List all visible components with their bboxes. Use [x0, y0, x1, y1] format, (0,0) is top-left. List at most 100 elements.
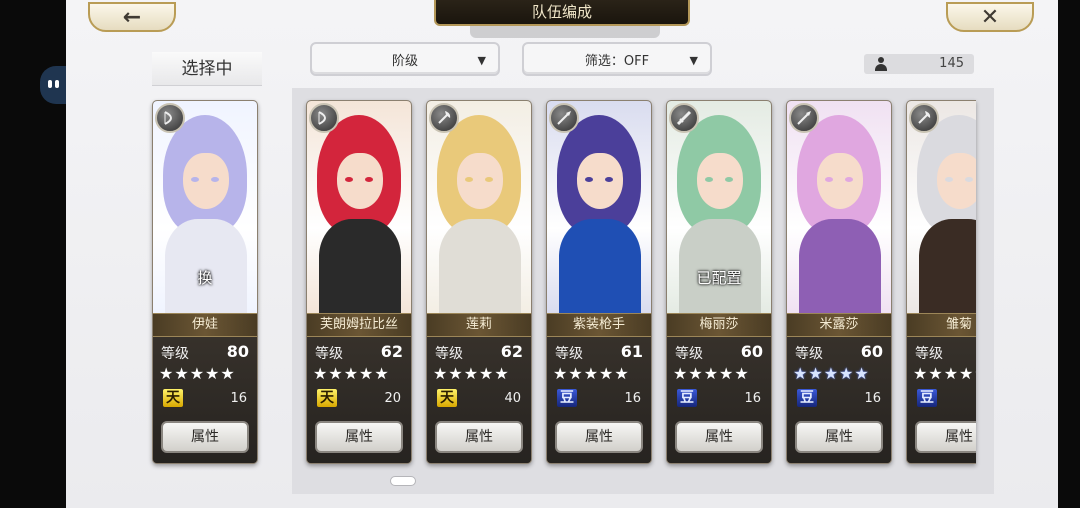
level-label: 等级: [435, 346, 463, 362]
star-icon: ★: [359, 364, 374, 383]
cost-value: 40: [504, 391, 521, 406]
star-rating: ★★★★★: [433, 365, 527, 383]
rank-badge-icon: 豆: [797, 389, 817, 407]
portrait-eye: [345, 177, 353, 182]
level-value: 62: [500, 342, 523, 361]
portrait-eye: [485, 177, 493, 182]
back-button[interactable]: ←: [88, 2, 176, 32]
portrait-body: [679, 219, 761, 313]
chevron-down-icon: ▼: [477, 54, 486, 67]
character-card[interactable]: 紫装枪手 等级 61 ★ ★ ★ ★ ★ 豆 16 属性: [546, 100, 652, 464]
close-button[interactable]: ✕: [946, 2, 1034, 32]
title-underlay: [470, 26, 660, 38]
card-info-panel: 莲莉 等级 62 ★ ★ ★ ★ ★ 天 40 属性: [427, 313, 531, 463]
star-icon: ★: [703, 364, 719, 383]
star-icon: ★: [313, 364, 328, 383]
filter-dropdown[interactable]: 筛选：OFF ▼: [522, 42, 712, 76]
axe-class-icon: [909, 103, 939, 133]
attributes-button[interactable]: 属性: [555, 421, 643, 453]
star-icon: ★: [220, 364, 235, 383]
portrait-eye: [211, 177, 219, 182]
star-icon: ★: [974, 365, 976, 383]
star-icon: ★: [823, 364, 839, 383]
rank-badge-icon: 豆: [677, 389, 697, 407]
portrait-eye: [825, 177, 833, 182]
star-icon: ★: [599, 364, 614, 383]
star-icon: ★: [808, 364, 823, 383]
star-icon: ★: [374, 364, 389, 383]
cost-value: 16: [230, 391, 247, 406]
cost-value: 16: [744, 391, 761, 406]
portrait-face: [337, 153, 383, 209]
portrait-eye: [845, 177, 853, 182]
character-name: 雏菊: [907, 313, 976, 337]
attributes-button[interactable]: 属性: [795, 421, 883, 453]
character-name: 莲莉: [427, 313, 531, 337]
attributes-button[interactable]: 属性: [435, 421, 523, 453]
rank-badge-icon: 天: [163, 389, 183, 407]
star-rating: ★★★★★: [793, 365, 887, 383]
star-icon: ★: [793, 364, 808, 383]
character-name: 伊娃: [153, 313, 257, 337]
level-value: 61: [620, 342, 643, 361]
star-icon: ★: [433, 364, 448, 383]
card-info-panel: 紫装枪手 等级 61 ★ ★ ★ ★ ★ 豆 16 属性: [547, 313, 651, 463]
portrait-eye: [705, 177, 713, 182]
card-info-panel: 伊娃 等级 80 ★ ★ ★ ★ ★ 天 16 属性: [153, 313, 257, 463]
star-icon: ★: [719, 364, 734, 383]
star-icon: ★: [159, 364, 174, 383]
level-label: 等级: [915, 346, 943, 362]
star-rating: ★★★★★: [313, 365, 407, 383]
portrait-overlay-text: 换: [197, 269, 213, 287]
portrait-eye: [465, 177, 473, 182]
portrait-eye: [585, 177, 593, 182]
character-card[interactable]: 芙朗姆拉比丝 等级 62 ★ ★ ★ ★ ★ 天 20 属性: [306, 100, 412, 464]
star-icon: ★: [959, 364, 974, 383]
scroll-indicator[interactable]: [390, 476, 416, 486]
character-card[interactable]: 雏菊 等级 ★★★★★ 豆 属性: [906, 100, 976, 464]
unit-count-box: 145: [864, 54, 974, 74]
attributes-button[interactable]: 属性: [675, 421, 763, 453]
portrait-body: [919, 219, 976, 313]
star-icon: ★: [553, 364, 568, 383]
character-name: 米露莎: [787, 313, 891, 337]
portrait-face: [457, 153, 503, 209]
chevron-down-icon: ▼: [689, 54, 698, 67]
close-icon: ✕: [980, 4, 1000, 30]
rank-badge-icon: 豆: [557, 389, 577, 407]
portrait-eye: [965, 177, 973, 182]
cost-value: 16: [624, 391, 641, 406]
rank-sort-dropdown[interactable]: 阶级 ▼: [310, 42, 500, 76]
star-icon: ★: [189, 364, 205, 383]
star-icon: ★: [928, 364, 943, 383]
character-card[interactable]: 已配置 梅丽莎 等级 60 ★ ★ ★ ★ ★ 豆 16 属性: [666, 100, 772, 464]
portrait-overlay-text: 已配置: [696, 269, 742, 287]
character-name: 梅丽莎: [667, 313, 771, 337]
card-info-panel: 米露莎 等级 60 ★ ★ ★ ★ ★ 豆 16 属性: [787, 313, 891, 463]
star-icon: ★: [839, 364, 854, 383]
character-card[interactable]: 米露莎 等级 60 ★ ★ ★ ★ ★ 豆 16 属性: [786, 100, 892, 464]
portrait-body: [319, 219, 401, 313]
character-name: 紫装枪手: [547, 313, 651, 337]
character-name: 芙朗姆拉比丝: [307, 313, 411, 337]
spear-class-icon: [789, 103, 819, 133]
attributes-button[interactable]: 属性: [915, 421, 976, 453]
star-icon: ★: [568, 364, 583, 383]
star-icon: ★: [343, 364, 359, 383]
floating-assistant-icon[interactable]: [40, 66, 66, 104]
level-value: 60: [860, 342, 883, 361]
attributes-button[interactable]: 属性: [315, 421, 403, 453]
selecting-label: 选择中: [152, 52, 262, 86]
portrait-body: [165, 219, 247, 313]
sword-class-icon: [669, 103, 699, 133]
portrait-face: [577, 153, 623, 209]
star-icon: ★: [174, 364, 189, 383]
selected-character-card[interactable]: 换 伊娃 等级 80 ★ ★ ★ ★ ★ 天 16 属性: [152, 100, 258, 464]
cost-value: 16: [864, 391, 881, 406]
star-icon: ★: [479, 364, 494, 383]
attributes-button[interactable]: 属性: [161, 421, 249, 453]
character-portrait: [907, 101, 976, 313]
portrait-eye: [945, 177, 953, 182]
character-card[interactable]: 莲莉 等级 62 ★ ★ ★ ★ ★ 天 40 属性: [426, 100, 532, 464]
star-icon: ★: [463, 364, 479, 383]
